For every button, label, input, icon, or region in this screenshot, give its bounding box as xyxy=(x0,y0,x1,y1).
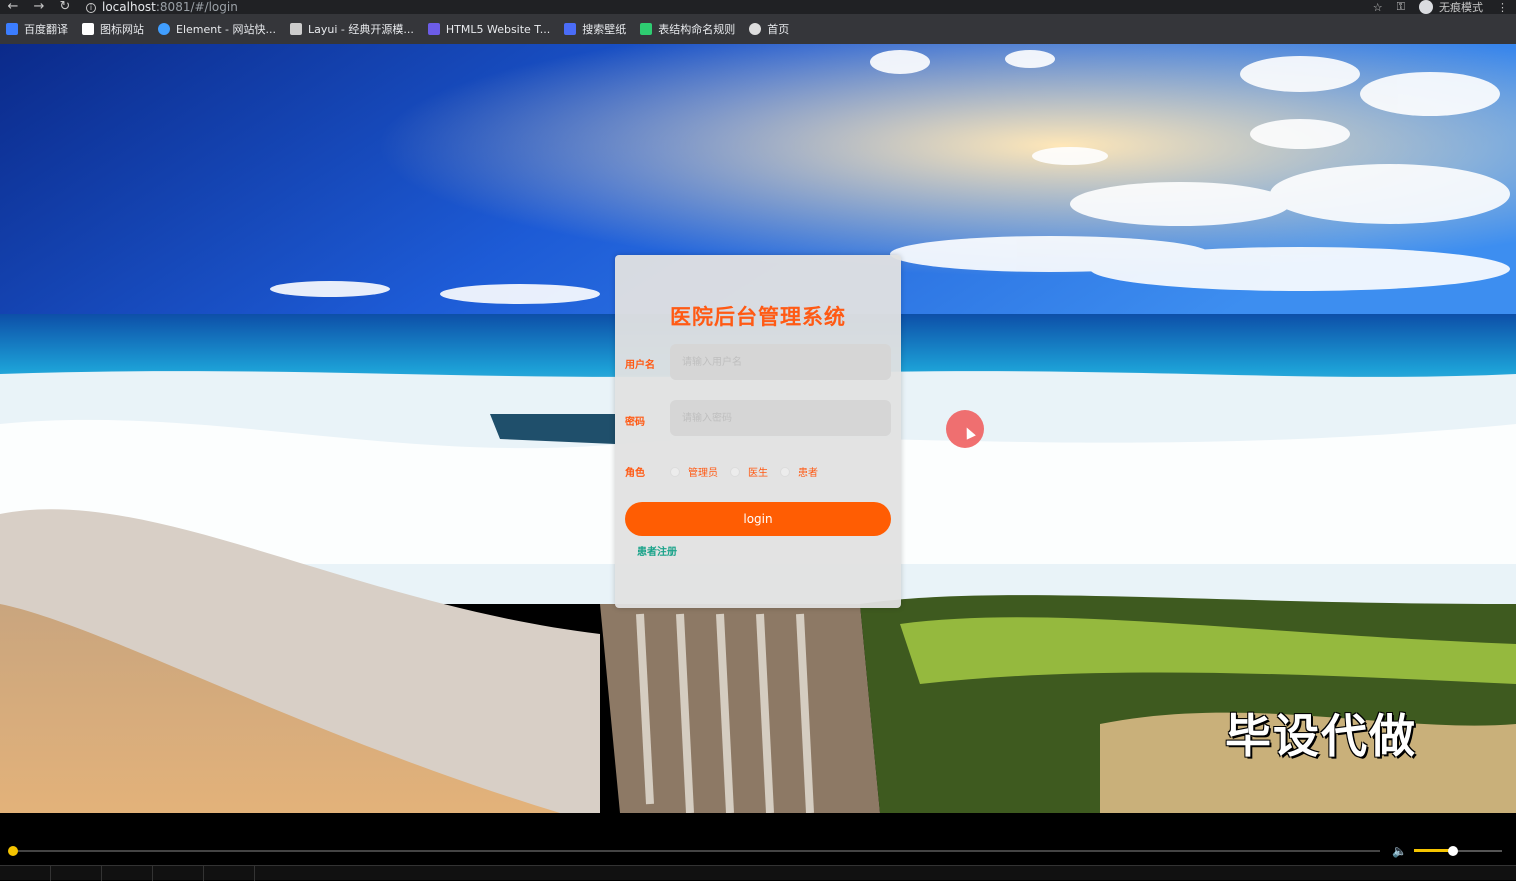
wallpaper-icon xyxy=(564,23,577,35)
taskbar xyxy=(0,865,1516,881)
bookmark-label: 图标网站 xyxy=(100,23,144,36)
bookmark-label: 搜索壁纸 xyxy=(582,23,627,36)
bookmark-item[interactable]: 首页 xyxy=(749,21,789,37)
incognito-indicator[interactable]: 无痕模式 xyxy=(1419,0,1483,15)
globe-icon xyxy=(749,23,762,35)
radio-circle[interactable] xyxy=(730,466,740,477)
page-title: 医院后台管理系统 xyxy=(670,305,846,329)
reload-icon[interactable]: ↻ xyxy=(52,0,78,14)
radio-circle[interactable] xyxy=(670,466,680,477)
role-option-doctor[interactable]: 医生 xyxy=(730,464,768,479)
page-viewport: 医院后台管理系统 用户名 密码 角色 管理员 医生 患者 login 患者注册 … xyxy=(0,44,1516,813)
role-option-patient[interactable]: 患者 xyxy=(780,464,818,479)
role-option-label: 医生 xyxy=(748,468,768,479)
bookmark-item[interactable]: Layui - 经典开源模... xyxy=(290,21,414,37)
volume-icon[interactable]: 🔈 xyxy=(1392,844,1408,858)
url-path: :8081/#/login xyxy=(155,0,238,14)
bookmark-item[interactable]: 搜索壁纸 xyxy=(564,21,626,37)
forward-icon[interactable]: → xyxy=(26,0,52,14)
username-label: 用户名 xyxy=(625,360,655,371)
bookmark-item[interactable]: Element - 网站快... xyxy=(158,21,276,37)
role-option-label: 患者 xyxy=(798,468,818,479)
key-icon[interactable]: ⚿ xyxy=(1397,0,1405,14)
flag-icon xyxy=(82,23,94,35)
progress-track[interactable] xyxy=(12,850,1380,852)
watermark-text: 毕设代做 xyxy=(1225,709,1417,763)
element-icon xyxy=(158,23,170,35)
url-field[interactable]: i localhost:8081/#/login xyxy=(86,0,238,14)
radio-circle[interactable] xyxy=(780,466,790,477)
role-option-admin[interactable]: 管理员 xyxy=(670,464,718,479)
taskbar-slot[interactable] xyxy=(102,866,153,881)
register-link[interactable]: 患者注册 xyxy=(637,543,677,558)
url-host: localhost xyxy=(102,0,156,14)
browser-toolbar-right: ☆ ⚿ 无痕模式 ⋮ xyxy=(1373,0,1508,14)
bookmark-label: HTML5 Website T... xyxy=(445,22,551,36)
role-option-label: 管理员 xyxy=(688,468,718,479)
incognito-label: 无痕模式 xyxy=(1439,1,1483,14)
back-icon[interactable]: ← xyxy=(0,0,26,14)
html5-icon xyxy=(427,23,440,35)
bookmark-label: Layui - 经典开源模... xyxy=(308,23,414,36)
bookmark-label: 首页 xyxy=(767,23,790,36)
star-icon[interactable]: ☆ xyxy=(1373,1,1383,14)
table-icon xyxy=(640,23,653,35)
bookmark-label: 百度翻译 xyxy=(24,23,68,36)
info-icon[interactable]: i xyxy=(86,2,96,13)
password-label: 密码 xyxy=(625,417,645,428)
progress-knob[interactable] xyxy=(8,846,18,856)
bookmark-item[interactable]: 图标网站 xyxy=(82,21,144,37)
bookmark-label: 表结构命名规则 xyxy=(658,23,736,36)
taskbar-slot[interactable] xyxy=(153,866,204,881)
browser-address-bar: ← → ↻ i localhost:8081/#/login ☆ ⚿ 无痕模式 ⋮ xyxy=(0,0,1516,14)
taskbar-slot[interactable] xyxy=(0,866,51,881)
role-label: 角色 xyxy=(625,468,645,479)
bookmark-label: Element - 网站快... xyxy=(176,23,276,36)
layui-icon xyxy=(290,23,302,35)
bookmark-item[interactable]: 表结构命名规则 xyxy=(640,21,735,37)
login-card: 医院后台管理系统 用户名 密码 角色 管理员 医生 患者 login 患者注册 xyxy=(615,255,901,608)
bookmark-item[interactable]: 百度翻译 xyxy=(6,21,68,37)
menu-icon[interactable]: ⋮ xyxy=(1497,1,1508,14)
bookmark-item[interactable]: HTML5 Website T... xyxy=(427,22,551,36)
taskbar-slot[interactable] xyxy=(51,866,102,881)
username-input[interactable] xyxy=(670,344,891,380)
role-radio-group: 管理员 医生 患者 xyxy=(670,464,830,479)
login-button[interactable]: login xyxy=(625,502,891,536)
password-input[interactable] xyxy=(670,400,891,436)
bookmark-icon xyxy=(6,23,18,35)
incognito-icon xyxy=(1419,0,1433,14)
bookmarks-bar: 百度翻译 图标网站 Element - 网站快... Layui - 经典开源模… xyxy=(0,14,1516,44)
volume-knob[interactable] xyxy=(1448,846,1458,856)
taskbar-slot[interactable] xyxy=(204,866,255,881)
